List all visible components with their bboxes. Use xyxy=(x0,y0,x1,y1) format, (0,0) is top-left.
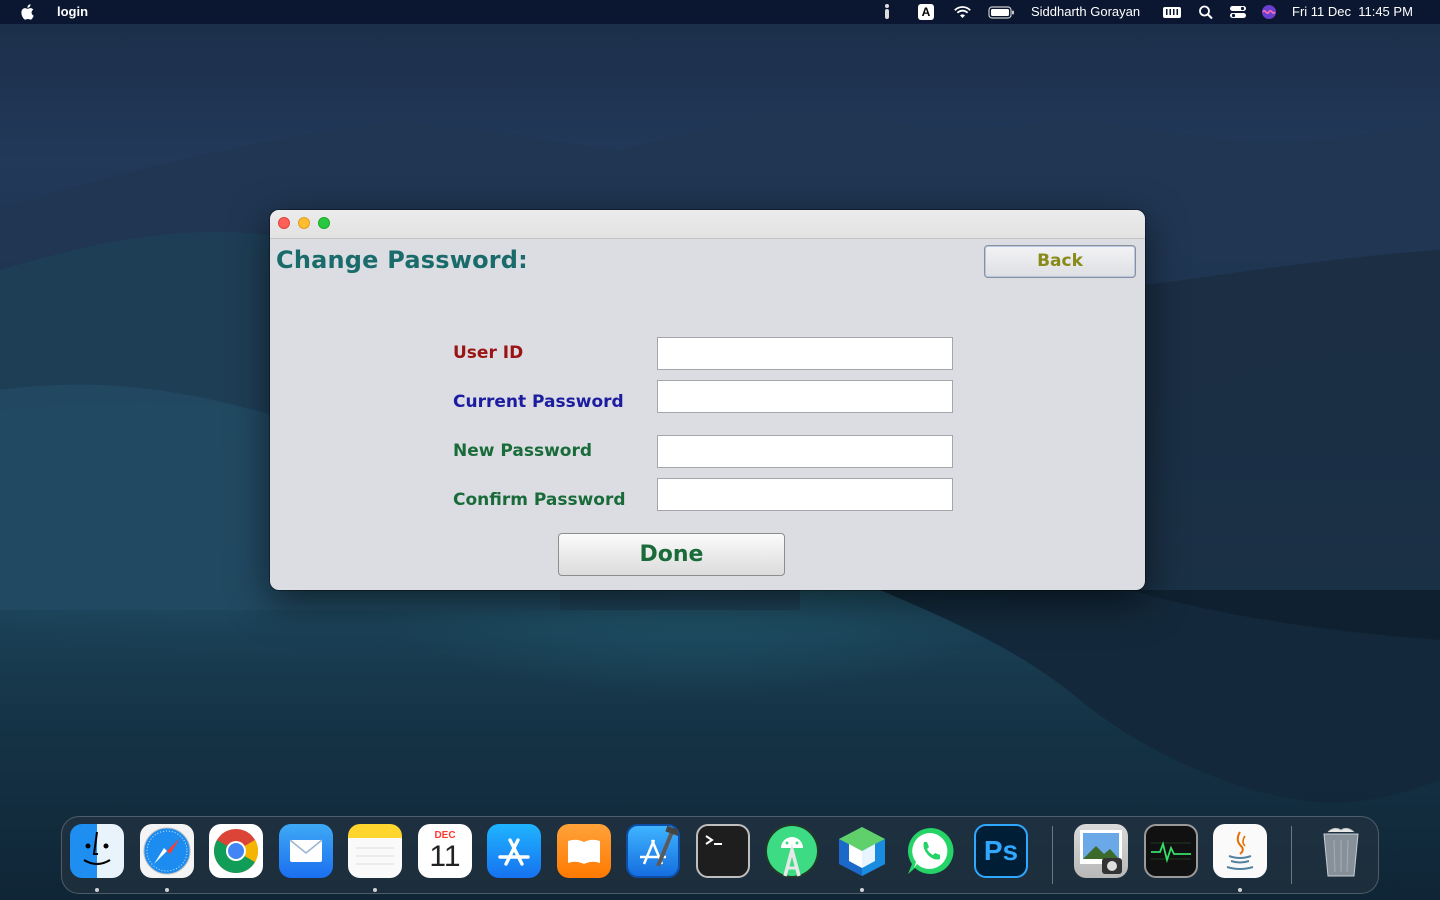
page-title: Change Password: xyxy=(276,246,528,274)
confirm-password-input[interactable] xyxy=(657,478,953,511)
window-close-button[interactable] xyxy=(278,217,290,229)
chrome-icon[interactable] xyxy=(209,824,263,878)
photoshop-icon[interactable]: Ps xyxy=(974,824,1028,878)
siri-icon[interactable] xyxy=(1261,3,1277,21)
input-source-icon[interactable]: A xyxy=(918,4,934,20)
window-zoom-button[interactable] xyxy=(318,217,330,229)
finder-running-indicator xyxy=(95,888,99,892)
terminal-icon[interactable] xyxy=(696,824,750,878)
netbeans-icon[interactable] xyxy=(835,824,889,878)
safari-running-indicator xyxy=(165,888,169,892)
java-running-indicator xyxy=(1238,888,1242,892)
finder-icon[interactable] xyxy=(70,824,124,878)
window-titlebar[interactable] xyxy=(270,210,1145,239)
control-center-icon[interactable] xyxy=(1229,3,1247,21)
change-password-window: Change Password: Back User ID Current Pa… xyxy=(270,210,1145,590)
new-password-input[interactable] xyxy=(657,435,953,468)
photoshop-label: Ps xyxy=(983,835,1019,866)
notes-icon[interactable] xyxy=(348,824,402,878)
safari-icon[interactable] xyxy=(140,824,194,878)
new-password-label: New Password xyxy=(453,441,593,461)
calendar-icon[interactable]: DEC 11 xyxy=(418,824,472,878)
preview-icon[interactable] xyxy=(1074,824,1128,878)
confirm-password-label: Confirm Password xyxy=(453,490,626,510)
wifi-icon[interactable] xyxy=(953,3,972,21)
dock-separator xyxy=(1291,826,1292,884)
user-name[interactable]: Siddharth Gorayan xyxy=(1031,4,1140,19)
java-icon[interactable] xyxy=(1213,824,1267,878)
current-password-input[interactable] xyxy=(657,380,953,413)
mail-icon[interactable] xyxy=(279,824,333,878)
activity-monitor-icon[interactable] xyxy=(1144,824,1198,878)
menu-clock[interactable]: Fri 11 Dec 11:45 PM xyxy=(1292,4,1413,19)
android-studio-icon[interactable] xyxy=(765,824,819,878)
user-id-label: User ID xyxy=(453,343,524,363)
accessibility-icon[interactable] xyxy=(880,3,894,21)
back-button[interactable]: Back xyxy=(984,245,1136,278)
user-id-input[interactable] xyxy=(657,337,953,370)
books-icon[interactable] xyxy=(557,824,611,878)
spotlight-icon[interactable] xyxy=(1198,3,1214,21)
wallpaper-coast xyxy=(880,590,1440,803)
app-store-icon[interactable] xyxy=(487,824,541,878)
keyboard-viewer-icon[interactable] xyxy=(1162,3,1182,21)
calendar-day: 11 xyxy=(429,840,461,873)
apple-icon[interactable] xyxy=(20,3,36,21)
notes-running-indicator xyxy=(373,888,377,892)
battery-icon[interactable] xyxy=(988,3,1015,21)
whatsapp-icon[interactable] xyxy=(904,824,958,878)
xcode-icon[interactable] xyxy=(626,824,681,878)
done-button[interactable]: Done xyxy=(558,533,785,576)
dock-separator xyxy=(1052,826,1053,884)
netbeans-running-indicator xyxy=(860,888,864,892)
menu-bar: login A Siddharth Gorayan Fri 11 Dec 11:… xyxy=(0,0,1440,24)
current-password-label: Current Password xyxy=(453,392,624,412)
window-minimize-button[interactable] xyxy=(298,217,310,229)
app-menu-name[interactable]: login xyxy=(57,4,88,19)
trash-icon[interactable] xyxy=(1314,824,1368,878)
